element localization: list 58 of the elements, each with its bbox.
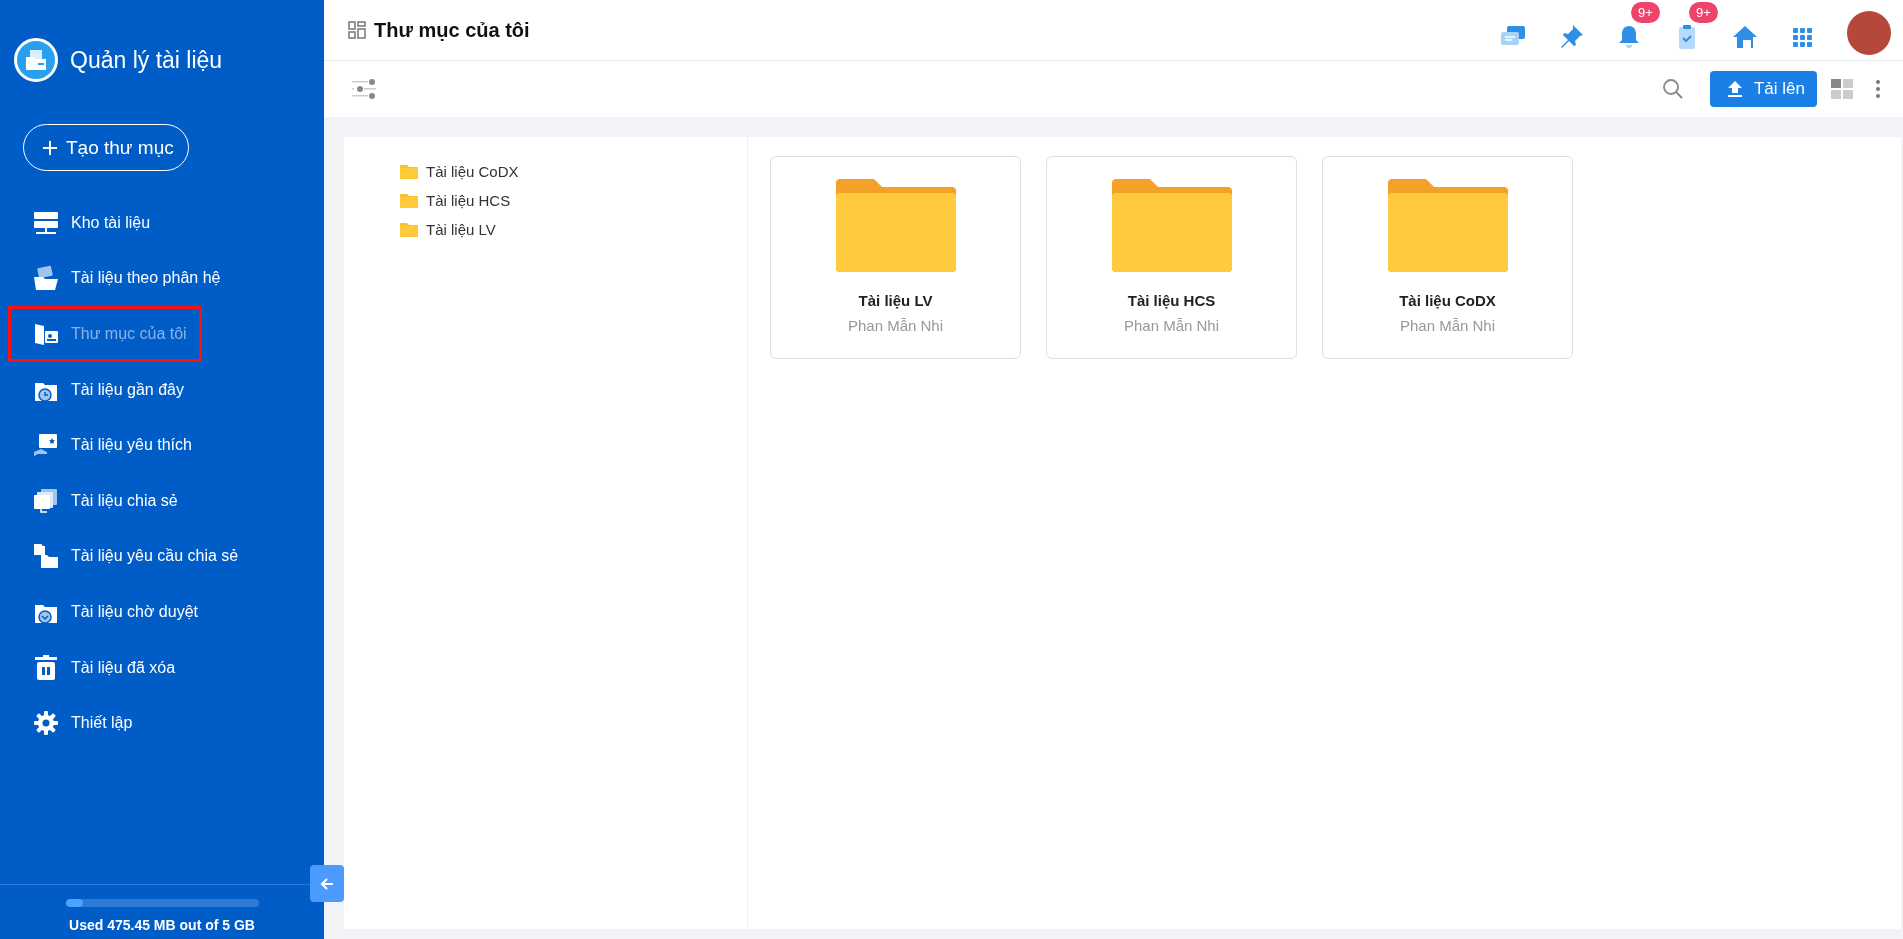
sidebar-item[interactable]: Tài liệu yêu thích bbox=[8, 417, 314, 473]
sidebar-item[interactable]: Tài liệu theo phân hệ bbox=[8, 250, 314, 307]
open-folder-icon bbox=[33, 265, 59, 292]
stacked-folders-icon bbox=[33, 487, 59, 514]
page-title: Thư mục của tôi bbox=[374, 18, 530, 42]
tree-item-label[interactable]: Tài liệu HCS bbox=[426, 192, 511, 209]
folder-owner: Phan Mẫn Nhi bbox=[1399, 317, 1496, 334]
folder-owner: Phan Mẫn Nhi bbox=[847, 317, 944, 334]
arrow-left-icon bbox=[319, 875, 335, 892]
sidebar-item[interactable]: Tài liệu gần đây bbox=[8, 361, 314, 418]
sidebar-item[interactable]: Tài liệu chia sẻ bbox=[8, 472, 314, 529]
more-vertical-icon bbox=[1875, 79, 1881, 99]
folder-card[interactable]: Tài liệu CoDX Phan Mẫn Nhi bbox=[1322, 156, 1573, 359]
folder-icon bbox=[835, 177, 956, 272]
search-icon bbox=[1661, 78, 1684, 100]
search-button[interactable] bbox=[1661, 78, 1684, 100]
view-toggle-button[interactable] bbox=[1831, 79, 1853, 99]
folder-icon bbox=[400, 164, 418, 179]
filter-button[interactable] bbox=[352, 79, 376, 99]
folder-owner: Phan Mẫn Nhi bbox=[1123, 317, 1220, 334]
folder-icon bbox=[1111, 177, 1232, 272]
star-hand-icon bbox=[33, 432, 59, 459]
avatar[interactable] bbox=[1847, 11, 1891, 55]
home-icon bbox=[1731, 23, 1759, 51]
tree-item-label[interactable]: Tài liệu CoDX bbox=[426, 163, 519, 180]
folder-name: Tài liệu CoDX bbox=[1399, 292, 1496, 309]
folders-icon bbox=[33, 543, 59, 570]
app-title: Quản lý tài liệu bbox=[70, 46, 223, 74]
collapse-button[interactable] bbox=[310, 865, 344, 902]
count-badge: 9+ bbox=[1631, 2, 1660, 23]
more-button[interactable] bbox=[1875, 79, 1881, 99]
sidebar-item[interactable]: Thiết lập bbox=[8, 695, 314, 751]
logo-icon bbox=[14, 38, 58, 82]
folder-name: Tài liệu LV bbox=[858, 292, 933, 309]
storage-text: Used 475.45 MB out of 5 GB bbox=[69, 917, 255, 933]
sidebar-item[interactable]: Tài liệu chờ duyệt bbox=[8, 584, 314, 640]
folder-icon bbox=[400, 222, 418, 237]
sliders-icon bbox=[352, 79, 376, 99]
sidebar-item[interactable]: Kho tài liệu bbox=[8, 195, 314, 251]
tree-item-label[interactable]: Tài liệu LV bbox=[426, 221, 496, 238]
upload-button[interactable]: Tải lên bbox=[1709, 71, 1817, 107]
count-badge: 9+ bbox=[1689, 2, 1718, 23]
folder-icon bbox=[1387, 177, 1508, 272]
home-button[interactable] bbox=[1731, 23, 1759, 51]
trash-icon bbox=[33, 654, 59, 681]
server-icon bbox=[33, 209, 59, 236]
grid-view-icon bbox=[1831, 79, 1853, 99]
sidebar-item[interactable]: Tài liệu yêu cầu chia sẻ bbox=[8, 528, 314, 585]
dashboard-icon bbox=[348, 21, 366, 39]
folder-card[interactable]: Tài liệu LV Phan Mẫn Nhi bbox=[770, 156, 1021, 359]
upload-icon bbox=[1725, 79, 1744, 99]
user-folder-icon bbox=[33, 321, 59, 347]
folder-icon bbox=[400, 193, 418, 208]
settings-icon bbox=[33, 710, 59, 737]
plus-icon bbox=[42, 139, 58, 156]
sidebar-item[interactable]: Tài liệu đã xóa bbox=[8, 639, 314, 696]
folder-card[interactable]: Tài liệu HCS Phan Mẫn Nhi bbox=[1046, 156, 1297, 359]
folder-name: Tài liệu HCS bbox=[1127, 292, 1216, 309]
